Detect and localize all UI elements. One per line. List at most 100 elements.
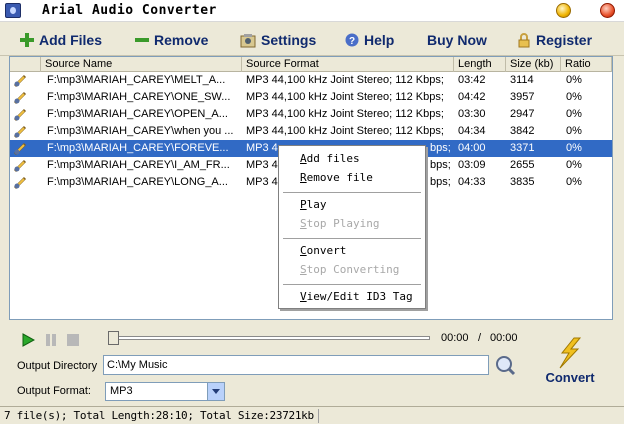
status-text: 7 file(s); Total Length:28:10; Total Siz… — [4, 409, 319, 423]
buy-now-label: Buy Now — [427, 32, 487, 48]
cell-ratio: 0% — [566, 176, 582, 188]
output-directory-label: Output Directory — [17, 360, 98, 372]
cell-ratio: 0% — [566, 74, 582, 86]
cell-source-name: F:\mp3\MARIAH_CAREY\I_AM_FR... — [47, 159, 230, 171]
cell-source-format: MP3 44,100 kHz Joint Stereo; 112 Kbps; — [246, 91, 444, 103]
pause-icon — [46, 334, 56, 346]
table-row[interactable]: F:\mp3\MARIAH_CAREY\MELT_A... MP3 44,100 … — [10, 72, 612, 89]
settings-button[interactable]: Settings — [240, 30, 316, 50]
table-row[interactable]: F:\mp3\MARIAH_CAREY\ONE_SW... MP3 44,100 … — [10, 89, 612, 106]
cell-source-format-tail: bps; — [430, 142, 451, 154]
header-size[interactable]: Size (kb) — [506, 57, 561, 72]
dropdown-arrow-icon[interactable] — [207, 383, 224, 400]
cell-source-format: MP3 44,100 kHz Joint Stereo; 112 Kbps; — [246, 125, 444, 137]
lock-icon — [518, 32, 530, 47]
cell-source-name: F:\mp3\MARIAH_CAREY\OPEN_A... — [47, 108, 228, 120]
cell-length: 04:00 — [458, 142, 486, 154]
current-time: 00:00 — [441, 332, 469, 344]
table-row[interactable]: F:\mp3\MARIAH_CAREY\OPEN_A... MP3 44,100 … — [10, 106, 612, 123]
cell-source-format: MP3 44,100 kHz Joint Stereo; 112 Kbps; — [246, 108, 444, 120]
stop-button[interactable] — [66, 333, 80, 350]
plus-icon — [20, 33, 34, 47]
add-files-label: Add Files — [39, 32, 103, 48]
seek-slider-thumb[interactable] — [108, 331, 119, 345]
output-directory-input[interactable]: C:\My Music — [103, 355, 489, 375]
convert-label: Convert — [545, 370, 595, 385]
help-icon: ? — [345, 33, 359, 47]
cell-source-name: F:\mp3\MARIAH_CAREY\when you ... — [47, 125, 234, 137]
cell-length: 04:34 — [458, 125, 486, 137]
magnifier-icon — [496, 356, 516, 376]
menu-item-add-files[interactable]: Add files — [300, 152, 360, 166]
remove-button[interactable]: Remove — [135, 30, 208, 50]
header-source-format[interactable]: Source Format — [242, 57, 454, 72]
output-format-value: MP3 — [110, 385, 133, 397]
help-label: Help — [364, 32, 395, 48]
table-row[interactable]: F:\mp3\MARIAH_CAREY\when you ... MP3 44,1… — [10, 123, 612, 140]
menu-item-play[interactable]: Play — [300, 198, 327, 212]
cell-source-name: F:\mp3\MARIAH_CAREY\ONE_SW... — [47, 91, 231, 103]
cell-ratio: 0% — [566, 142, 582, 154]
header-source-name[interactable]: Source Name — [41, 57, 242, 72]
header-ratio[interactable]: Ratio — [561, 57, 612, 72]
window-title: Arial Audio Converter — [42, 3, 217, 18]
header-length[interactable]: Length — [454, 57, 506, 72]
total-time: 00:00 — [490, 332, 518, 344]
audio-file-icon — [13, 124, 27, 139]
add-files-button[interactable]: Add Files — [20, 30, 102, 50]
menu-separator — [283, 192, 421, 194]
cell-size: 3842 — [510, 125, 535, 137]
pause-button[interactable] — [44, 333, 58, 350]
cell-source-name: F:\mp3\MARIAH_CAREY\FOREVE... — [47, 142, 229, 154]
cell-length: 03:09 — [458, 159, 486, 171]
audio-file-icon — [13, 73, 27, 88]
title-bar: Arial Audio Converter — [0, 0, 624, 22]
help-button[interactable]: ? Help — [345, 30, 394, 50]
settings-icon — [240, 33, 256, 47]
seek-track[interactable] — [110, 336, 430, 340]
svg-text:?: ? — [349, 36, 355, 47]
app-icon[interactable] — [5, 3, 21, 18]
play-icon — [22, 333, 36, 347]
cell-size: 2655 — [510, 159, 535, 171]
header-icon-column[interactable] — [10, 57, 41, 72]
list-header: Source Name Source Format Length Size (k… — [10, 57, 612, 72]
menu-item-convert[interactable]: Convert — [300, 244, 346, 258]
cell-size: 3371 — [510, 142, 535, 154]
cell-size: 2947 — [510, 108, 535, 120]
browse-button[interactable] — [494, 354, 516, 376]
minus-icon — [135, 38, 149, 42]
buy-now-button[interactable]: Buy Now — [427, 30, 487, 50]
audio-file-icon — [13, 107, 27, 122]
cell-length: 04:33 — [458, 176, 486, 188]
time-separator: / — [478, 332, 482, 344]
convert-button[interactable]: Convert — [538, 336, 602, 386]
cell-ratio: 0% — [566, 125, 582, 137]
toolbar: Add Files Remove Settings ? Help Buy Now… — [0, 22, 624, 56]
play-button[interactable] — [21, 333, 36, 350]
cell-source-format-tail: bps; — [430, 176, 451, 188]
close-button[interactable] — [600, 3, 615, 18]
cell-source-name: F:\mp3\MARIAH_CAREY\MELT_A... — [47, 74, 226, 86]
remove-label: Remove — [154, 32, 209, 48]
lightning-icon — [559, 337, 582, 369]
audio-file-icon — [13, 158, 27, 173]
output-format-label: Output Format: — [17, 385, 91, 397]
minimize-button[interactable] — [556, 3, 571, 18]
menu-item-view-edit-id3[interactable]: View/Edit ID3 Tag — [300, 290, 413, 304]
menu-item-remove-file[interactable]: Remove file — [300, 171, 373, 185]
stop-icon — [67, 334, 79, 346]
cell-ratio: 0% — [566, 108, 582, 120]
cell-source-format-tail: bps; — [430, 159, 451, 171]
cell-length: 04:42 — [458, 91, 486, 103]
menu-item-stop-playing: Stop Playing — [300, 217, 380, 230]
cell-length: 03:42 — [458, 74, 486, 86]
register-button[interactable]: Register — [517, 30, 592, 50]
cell-size: 3835 — [510, 176, 535, 188]
cell-ratio: 0% — [566, 91, 582, 103]
audio-file-icon — [13, 90, 27, 105]
menu-separator — [283, 238, 421, 240]
context-menu: Add files Remove file Play Stop Playing … — [278, 145, 426, 309]
output-format-select[interactable]: MP3 — [105, 382, 225, 401]
cell-size: 3957 — [510, 91, 535, 103]
